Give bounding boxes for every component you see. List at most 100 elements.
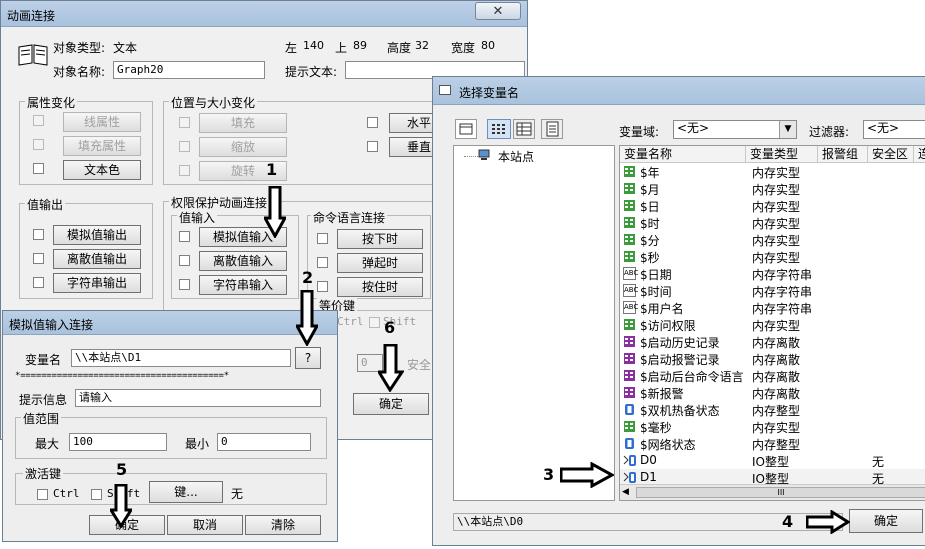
fill-attr-button[interactable]: 填充属性 — [63, 136, 141, 156]
analog-output-button[interactable]: 模拟值输出 — [53, 225, 141, 245]
column-header-name[interactable]: 变量名称 — [620, 146, 746, 163]
variable-type-cell: 内存实型 — [752, 319, 801, 333]
table-row[interactable]: $分 内存实型 — [620, 231, 925, 248]
discrete-input-button[interactable]: 离散值输入 — [199, 251, 287, 271]
select-variable-dialog: 选择变量名 变量域: <无> ▼ 过滤器: <无> 本站点 变量名称 变量类型 … — [432, 76, 925, 546]
select-variable-title-bar[interactable]: 选择变量名 — [433, 77, 925, 105]
computer-icon — [478, 149, 492, 161]
release-checkbox[interactable] — [317, 257, 328, 268]
variable-name-cell: $年 — [640, 166, 660, 180]
fill-checkbox[interactable] — [179, 117, 190, 128]
column-header-connection[interactable]: 连 — [914, 146, 925, 163]
table-row[interactable]: $启动后台命令语言 内存离散 — [620, 367, 925, 384]
analog-input-title-bar[interactable]: 模拟值输入连接 — [3, 311, 337, 335]
discrete-variable-icon — [623, 335, 636, 348]
table-row[interactable]: $日 内存实型 — [620, 197, 925, 214]
key-button[interactable]: 键... — [149, 481, 223, 503]
real-variable-icon — [623, 216, 636, 229]
table-row[interactable]: $秒 内存实型 — [620, 248, 925, 265]
table-row[interactable]: $年 内存实型 — [620, 163, 925, 180]
press-checkbox[interactable] — [317, 233, 328, 244]
activate-ctrl-checkbox[interactable] — [37, 489, 48, 500]
scroll-left-icon[interactable]: ◀ — [622, 487, 629, 497]
rotate-checkbox[interactable] — [179, 165, 190, 176]
analog-clear-button[interactable]: 清除 — [245, 515, 321, 535]
table-row[interactable]: $毫秒 内存实型 — [620, 418, 925, 435]
annotation-number-1: 1 — [266, 160, 278, 179]
fill-attr-checkbox[interactable] — [33, 139, 44, 150]
press-button[interactable]: 按下时 — [337, 229, 423, 249]
vertical-move-checkbox[interactable] — [367, 141, 378, 152]
table-row[interactable]: $月 内存实型 — [620, 180, 925, 197]
view-list-icon[interactable] — [487, 119, 511, 139]
table-row[interactable]: $双机热备状态 内存整型 — [620, 401, 925, 418]
title-bar[interactable]: 动画连接 ✕ — [1, 1, 527, 27]
table-row[interactable]: ABC $时间 内存字符串 — [620, 282, 925, 299]
table-row[interactable]: ABC $用户名 内存字符串 — [620, 299, 925, 316]
main-ok-button[interactable]: 确定 — [353, 393, 429, 415]
line-attr-button[interactable]: 线属性 — [63, 112, 141, 132]
min-field[interactable]: 0 — [217, 433, 311, 451]
variable-name-field[interactable]: \\本站点\D1 — [71, 349, 291, 367]
variable-name-cell: $分 — [640, 234, 660, 248]
object-name-field[interactable]: Graph20 — [113, 61, 265, 79]
line-attr-checkbox[interactable] — [33, 115, 44, 126]
column-header-safety-zone[interactable]: 安全区 — [868, 146, 914, 163]
text-color-button[interactable]: 文本色 — [63, 160, 141, 180]
horizontal-scrollbar[interactable]: ◀ III — [620, 484, 925, 500]
variable-domain-value: <无> — [677, 121, 710, 135]
analog-output-checkbox[interactable] — [33, 229, 44, 240]
hold-checkbox[interactable] — [317, 281, 328, 292]
table-row[interactable]: $时 内存实型 — [620, 214, 925, 231]
analog-input-checkbox[interactable] — [179, 231, 190, 242]
tip-text-label: 提示文本: — [285, 65, 338, 79]
analog-cancel-button[interactable]: 取消 — [167, 515, 243, 535]
string-output-button[interactable]: 字符串输出 — [53, 273, 141, 293]
column-header-type[interactable]: 变量类型 — [746, 146, 818, 163]
max-field[interactable]: 100 — [69, 433, 167, 451]
fill-button[interactable]: 填充 — [199, 113, 287, 133]
string-input-checkbox[interactable] — [179, 279, 190, 290]
scroll-thumb[interactable]: III — [636, 487, 925, 498]
table-row[interactable]: $网络状态 内存整型 — [620, 435, 925, 452]
release-button[interactable]: 弹起时 — [337, 253, 423, 273]
table-row[interactable]: ABC $日期 内存字符串 — [620, 265, 925, 282]
tip-info-field[interactable]: 请输入 — [75, 389, 321, 407]
command-language-title: 命令语言连接 — [311, 209, 388, 226]
view-large-icon[interactable] — [455, 119, 477, 139]
select-ok-button[interactable]: 确定 — [849, 509, 923, 533]
tree-item-local-site[interactable]: 本站点 — [458, 148, 578, 164]
browse-variable-button[interactable]: ? — [295, 347, 321, 369]
scale-button[interactable]: 缩放 — [199, 137, 287, 157]
filter-select[interactable]: <无> — [863, 120, 925, 139]
analog-input-title: 模拟值输入连接 — [9, 318, 94, 332]
table-row[interactable]: D0IO整型无MC — [620, 452, 925, 469]
string-output-checkbox[interactable] — [33, 277, 44, 288]
string-input-button[interactable]: 字符串输入 — [199, 275, 287, 295]
variable-domain-select[interactable]: <无> ▼ — [673, 120, 797, 139]
table-row[interactable]: $启动报警记录 内存离散 — [620, 350, 925, 367]
annotation-arrow-2 — [294, 289, 320, 349]
table-row[interactable]: $新报警 内存离散 — [620, 384, 925, 401]
table-row[interactable]: $访问权限 内存实型 — [620, 316, 925, 333]
scale-checkbox[interactable] — [179, 141, 190, 152]
column-header-alarm-group[interactable]: 报警组 — [818, 146, 868, 163]
string-variable-icon: ABC — [623, 267, 638, 280]
variable-name-cell: $启动后台命令语言 — [640, 370, 744, 384]
text-color-checkbox[interactable] — [33, 163, 44, 174]
view-details-icon[interactable] — [513, 119, 535, 139]
table-row[interactable]: $启动历史记录 内存离散 — [620, 333, 925, 350]
activate-shift-checkbox[interactable] — [91, 489, 102, 500]
variable-name-cell: D0 — [640, 453, 657, 467]
discrete-output-checkbox[interactable] — [33, 253, 44, 264]
close-button[interactable]: ✕ — [475, 2, 521, 20]
horizontal-move-checkbox[interactable] — [367, 117, 378, 128]
hold-button[interactable]: 按住时 — [337, 277, 423, 297]
discrete-input-checkbox[interactable] — [179, 255, 190, 266]
window-icon — [439, 85, 451, 95]
shift-checkbox[interactable] — [369, 317, 380, 328]
variable-type-cell: 内存实型 — [752, 421, 801, 435]
discrete-output-button[interactable]: 离散值输出 — [53, 249, 141, 269]
properties-icon[interactable] — [541, 119, 563, 139]
chevron-down-icon[interactable]: ▼ — [779, 121, 796, 138]
